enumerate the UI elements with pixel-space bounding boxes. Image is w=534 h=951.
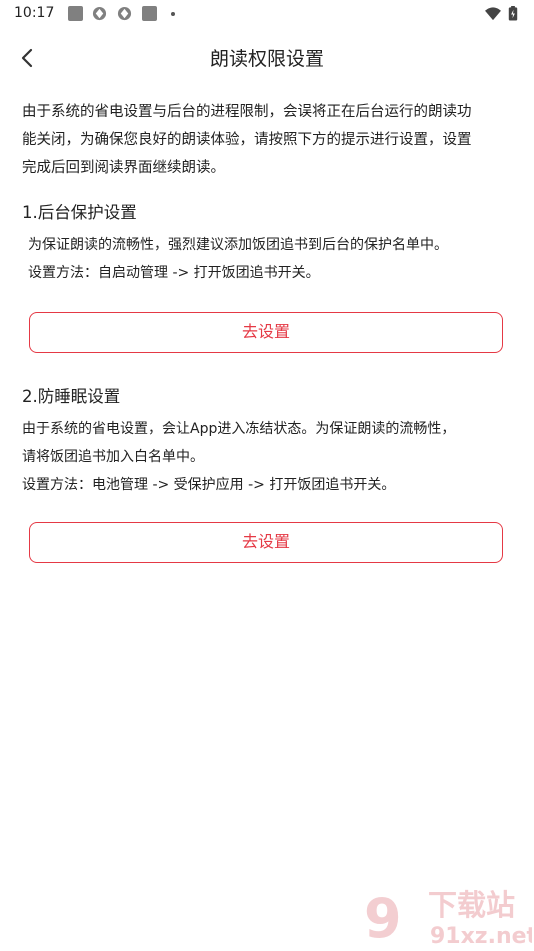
watermark-logo-glyph: 9 bbox=[364, 887, 402, 947]
notification-shield-icon bbox=[92, 6, 107, 21]
section-text: 为保证朗读的流畅性，强烈建议添加饭团追书到后台的保护名单中。 bbox=[28, 237, 448, 253]
watermark-logo: 9 下载站 91xz.net bbox=[364, 887, 534, 950]
notification-app-icon bbox=[68, 6, 83, 21]
watermark-site: 91xz.net bbox=[430, 924, 532, 947]
section-text: 请将饭团追书加入白名单中。 bbox=[22, 449, 204, 465]
intro-line: 完成后回到阅读界面继续朗读。 bbox=[22, 160, 225, 176]
status-bar: 10:17 bbox=[0, 0, 534, 28]
battery-icon bbox=[508, 6, 518, 21]
notification-shield-icon-2 bbox=[117, 6, 132, 21]
intro-line: 能关闭，为确保您良好的朗读体验，请按照下方的提示进行设置，设置 bbox=[22, 132, 472, 148]
page-title: 朗读权限设置 bbox=[209, 48, 324, 70]
section-title-background-protection: 1.后台保护设置 bbox=[22, 203, 137, 222]
go-settings-button-background-protection[interactable]: 去设置 bbox=[29, 312, 503, 353]
status-time: 10:17 bbox=[14, 5, 55, 21]
section-title-anti-sleep: 2.防睡眠设置 bbox=[22, 387, 121, 406]
watermark-brand: 下载站 bbox=[428, 888, 515, 922]
intro-paragraph: 由于系统的省电设置与后台的进程限制，会误将正在后台运行的朗读功 能关闭，为确保您… bbox=[22, 98, 514, 182]
section-text: 设置方法：电池管理 -> 受保护应用 -> 打开饭团追书开关。 bbox=[22, 477, 396, 493]
section-text: 设置方法：自启动管理 -> 打开饭团追书开关。 bbox=[28, 265, 320, 281]
go-settings-button-anti-sleep[interactable]: 去设置 bbox=[29, 522, 503, 563]
more-notifications-icon bbox=[171, 12, 175, 16]
intro-line: 由于系统的省电设置与后台的进程限制，会误将正在后台运行的朗读功 bbox=[22, 104, 472, 120]
section-text: 由于系统的省电设置，会让App进入冻结状态。为保证朗读的流畅性， bbox=[22, 421, 456, 437]
watermark: 9 下载站 91xz.net bbox=[362, 885, 534, 950]
notification-app-icon-2 bbox=[142, 6, 157, 21]
wifi-icon bbox=[485, 7, 501, 21]
app-header: 朗读权限设置 bbox=[0, 28, 534, 86]
